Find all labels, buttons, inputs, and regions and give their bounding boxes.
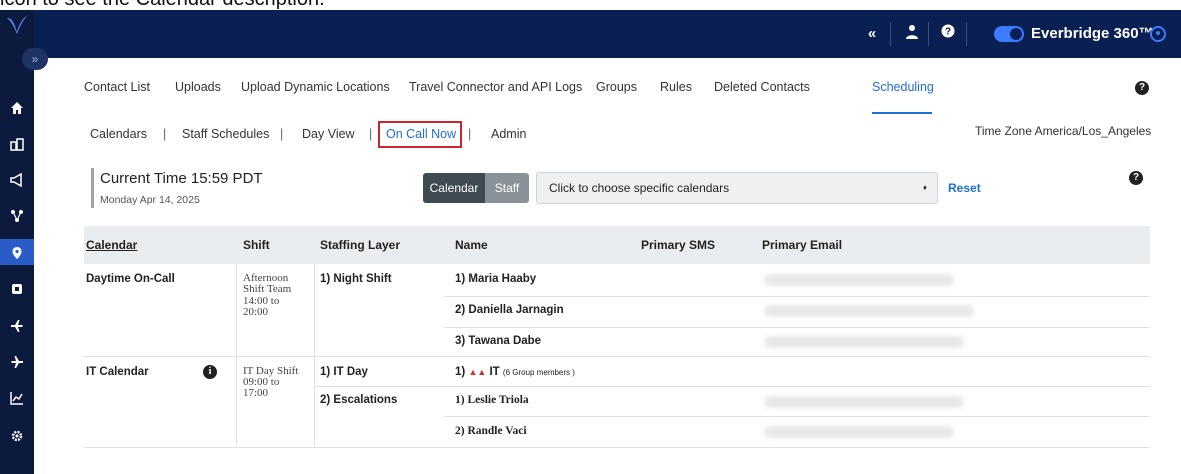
subnav-calendars[interactable]: Calendars — [90, 127, 147, 141]
chart-icon[interactable] — [0, 384, 34, 410]
sidebar — [0, 10, 34, 474]
divider — [84, 447, 1150, 448]
header-primary-sms: Primary SMS — [641, 238, 716, 252]
table-header: Calendar Shift Staffing Layer Name Prima… — [84, 226, 1150, 264]
current-time: Current Time 15:59 PDT — [100, 170, 263, 187]
instruction-text: icon to see the Calendar description. — [0, 0, 1181, 10]
svg-text:?: ? — [945, 27, 951, 38]
calendar-name[interactable]: Daytime On-Call — [86, 273, 175, 285]
divider — [444, 296, 1150, 297]
calendar-name[interactable]: IT Calendar — [86, 366, 149, 378]
help-icon[interactable]: ? — [938, 24, 958, 44]
header-name: Name — [455, 238, 488, 252]
top-bar: « ? Everbridge 360™ — [34, 10, 1181, 58]
gear-icon[interactable] — [0, 422, 34, 448]
plane-icon[interactable] — [0, 348, 34, 374]
chevrons-left-icon[interactable]: « — [862, 24, 882, 44]
divider — [236, 264, 237, 446]
contact-name[interactable]: 2) Daniella Jarnagin — [455, 304, 564, 316]
calendar-view-button[interactable]: Calendar — [423, 173, 485, 203]
highlight-box — [378, 121, 462, 148]
network-icon[interactable] — [0, 202, 34, 228]
contact-name[interactable]: 3) Tawana Dabe — [455, 335, 541, 347]
header-primary-email: Primary Email — [762, 238, 843, 252]
header-staffing-layer: Staffing Layer — [320, 238, 401, 252]
nav-upload-dynamic-locations[interactable]: Upload Dynamic Locations — [241, 80, 390, 94]
plane-icon[interactable] — [0, 312, 34, 338]
nav-travel-connector[interactable]: Travel Connector and API Logs — [409, 80, 582, 94]
group-name: IT — [489, 366, 500, 378]
current-time-bar — [91, 168, 94, 208]
subnav-separator: | — [369, 127, 373, 141]
calendar-select-placeholder: Click to choose specific calendars — [549, 181, 730, 195]
blurred-email — [764, 336, 964, 348]
reset-button[interactable]: Reset — [948, 181, 981, 195]
location-pin-icon[interactable] — [0, 239, 34, 265]
page-help-icon[interactable]: ? — [1135, 81, 1149, 95]
staffing-layer: 2) Escalations — [320, 394, 398, 406]
divider — [966, 22, 967, 46]
subnav-day-view[interactable]: Day View — [302, 127, 355, 141]
current-date: Monday Apr 14, 2025 — [100, 194, 200, 206]
subnav-staff-schedules[interactable]: Staff Schedules — [182, 127, 269, 141]
dropdown-caret-icon: ♦ — [922, 183, 927, 192]
nav-groups[interactable]: Groups — [596, 80, 637, 94]
nav-rules[interactable]: Rules — [660, 80, 692, 94]
staffing-layer: 1) Night Shift — [320, 273, 392, 285]
divider — [84, 356, 1150, 357]
shift-time: 14:00 to 20:00 — [243, 295, 280, 318]
sidebar-expand-button[interactable]: » — [22, 48, 48, 70]
group-index: 1) — [455, 366, 466, 378]
staffing-layer: 1) IT Day — [320, 366, 368, 378]
divider — [314, 386, 1150, 387]
blurred-email — [764, 426, 954, 438]
stop-icon[interactable] — [0, 275, 34, 301]
staff-view-button[interactable]: Staff — [485, 173, 529, 203]
home-icon[interactable] — [0, 94, 34, 120]
logo-icon — [7, 15, 28, 34]
brand-name: Everbridge 360™ — [1031, 25, 1154, 42]
megaphone-icon[interactable] — [0, 166, 34, 192]
timezone-label: Time Zone America/Los_Angeles — [975, 124, 1152, 138]
header-shift: Shift — [243, 238, 270, 252]
nav-scheduling[interactable]: Scheduling — [872, 80, 934, 94]
contact-name[interactable]: 1) Leslie Triola — [455, 394, 529, 406]
divider — [444, 327, 1150, 328]
buildings-icon[interactable] — [0, 130, 34, 156]
help-icon[interactable]: ? — [1129, 171, 1143, 185]
group-member-count: (6 Group members ) — [502, 368, 575, 377]
group-entry[interactable]: 1) ▲▲ IT (6 Group members ) — [455, 366, 575, 378]
subnav-admin[interactable]: Admin — [491, 127, 526, 141]
blurred-email — [764, 305, 974, 317]
divider — [928, 22, 929, 46]
info-icon[interactable]: i — [203, 365, 217, 379]
account-status-icon[interactable] — [1150, 26, 1166, 42]
contact-name[interactable]: 2) Randle Vaci — [455, 425, 527, 437]
subnav-separator: | — [280, 127, 284, 141]
nav-deleted-contacts[interactable]: Deleted Contacts — [714, 80, 810, 94]
shift-name: Afternoon Shift Team — [243, 272, 292, 295]
blurred-email — [764, 274, 954, 286]
divider — [314, 264, 315, 446]
brand-toggle[interactable] — [994, 26, 1024, 42]
blurred-email — [764, 396, 964, 408]
group-icon: ▲▲ — [468, 367, 487, 377]
contact-name[interactable]: 1) Maria Haaby — [455, 273, 536, 285]
nav-contact-list[interactable]: Contact List — [84, 80, 150, 94]
user-icon[interactable] — [902, 24, 922, 44]
shift-time: 09:00 to 17:00 — [243, 376, 280, 399]
nav-uploads[interactable]: Uploads — [175, 80, 221, 94]
subnav-separator: | — [468, 127, 472, 141]
divider — [890, 22, 891, 46]
header-calendar[interactable]: Calendar — [86, 238, 137, 252]
subnav-separator: | — [163, 127, 167, 141]
active-tab-underline — [872, 112, 932, 114]
divider — [444, 416, 1150, 417]
calendar-select[interactable]: Click to choose specific calendars ♦ — [536, 172, 938, 204]
